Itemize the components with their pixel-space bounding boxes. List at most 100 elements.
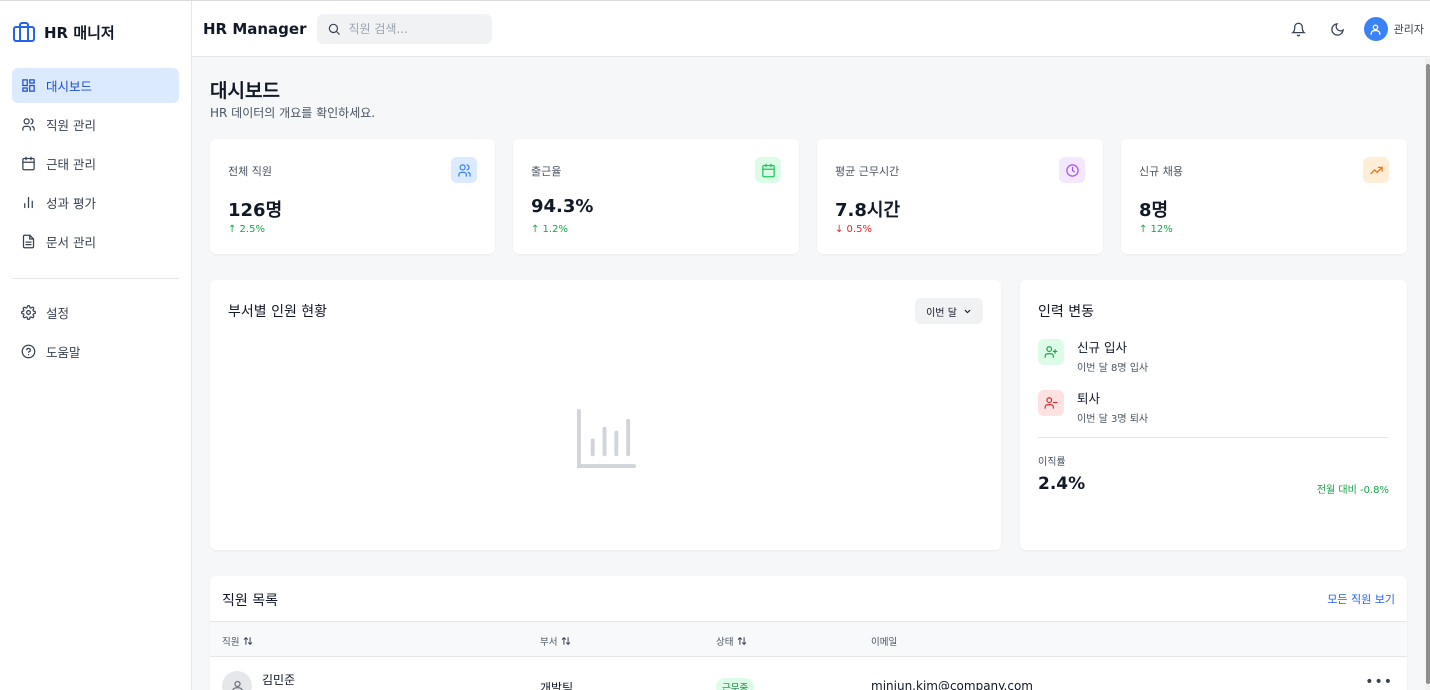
- employee-name: 김민준: [262, 673, 296, 687]
- ch-icon-box: [1038, 390, 1064, 416]
- sidebar-item-performance[interactable]: 성과 평가: [12, 185, 179, 220]
- user-name[interactable]: 관리자: [1394, 21, 1424, 37]
- ch-icon-box: [1038, 339, 1064, 365]
- user-avatar[interactable]: [1363, 17, 1388, 41]
- sidebar-item-attendance[interactable]: 근태 관리: [12, 146, 179, 181]
- sidebar-item-documents[interactable]: 문서 관리: [12, 224, 179, 259]
- sidebar-item-help[interactable]: 도움말: [12, 334, 179, 369]
- sidebar-divider: [12, 278, 179, 279]
- header-actions: 관리자: [1290, 1, 1424, 57]
- period-select[interactable]: 이번 달: [915, 298, 983, 324]
- view-all-employees-link[interactable]: 모든 직원 보기: [1327, 591, 1395, 607]
- workforce-item-text: 퇴사 이번 달 3명 퇴사: [1077, 388, 1148, 425]
- column-header-employee[interactable]: 직원: [222, 634, 253, 648]
- stat-icon-box: [451, 157, 477, 183]
- stat-value: 7.8시간: [835, 200, 901, 221]
- workforce-item-resigned: 퇴사 이번 달 3명 퇴사: [1038, 388, 1148, 425]
- search-box[interactable]: [317, 13, 493, 44]
- workforce-item-desc: 이번 달 3명 퇴사: [1077, 414, 1149, 425]
- column-header-email: 이메일: [871, 634, 897, 648]
- workforce-item-title: 퇴사: [1077, 391, 1101, 406]
- sidebar-item-label: 도움말: [46, 345, 81, 360]
- column-label: 상태: [716, 637, 734, 648]
- employee-dept: 개발팀: [540, 681, 574, 690]
- user-minus-icon: [1044, 397, 1058, 409]
- moon-icon: [1331, 22, 1345, 36]
- column-header-status[interactable]: 상태: [716, 634, 747, 648]
- stat-card-avg-hours: 평균 근무시간 7.8시간 ↓ 0.5%: [817, 139, 1103, 254]
- sidebar-item-label: 대시보드: [46, 79, 93, 94]
- status-badge: 근무중: [716, 678, 755, 690]
- document-icon: [22, 234, 35, 249]
- sidebar-bottom-nav: 설정 도움말: [0, 295, 191, 369]
- stat-change: ↑ 12%: [1139, 224, 1173, 235]
- gear-icon: [21, 305, 36, 320]
- stat-change: ↑ 2.5%: [228, 224, 265, 235]
- employee-list-panel: 직원 목록 모든 직원 보기 직원 부서 상태 이메일 김민준 개발팀 근무중 …: [210, 576, 1407, 690]
- clock-icon: [1065, 163, 1079, 177]
- stat-label: 평균 근무시간: [835, 165, 900, 178]
- briefcase-icon: [13, 22, 35, 42]
- more-options-icon[interactable]: •••: [1365, 674, 1393, 690]
- sidebar-item-label: 근태 관리: [46, 157, 96, 172]
- workforce-item-title: 신규 입사: [1077, 340, 1127, 355]
- users-icon: [457, 163, 471, 177]
- calendar-icon: [22, 156, 35, 171]
- stat-label: 신규 채용: [1139, 165, 1183, 178]
- table-row[interactable]: 김민준 개발팀 근무중 minjun.kim@company.com •••: [210, 657, 1407, 690]
- user-icon: [1370, 24, 1381, 35]
- scrollbar[interactable]: [1425, 58, 1430, 690]
- trending-up-icon: [1369, 166, 1383, 174]
- search-icon: [329, 23, 341, 35]
- sort-icon: [244, 636, 253, 646]
- user-icon: [231, 680, 243, 690]
- workforce-item-text: 신규 입사 이번 달 8명 입사: [1077, 337, 1148, 374]
- stat-card-new-hires: 신규 채용 8명 ↑ 12%: [1121, 139, 1407, 254]
- sidebar-nav: 대시보드 직원 관리 근태 관리 성과 평가 문서 관리: [0, 63, 191, 259]
- stat-change: ↑ 1.2%: [531, 224, 568, 235]
- page-subtitle: HR 데이터의 개요를 확인하세요.: [210, 106, 376, 120]
- top-header: HR Manager 관리자: [192, 1, 1430, 57]
- notifications-button[interactable]: [1290, 20, 1308, 38]
- employee-email: minjun.kim@company.com: [871, 679, 1033, 690]
- panel-title: 부서별 인원 현황: [228, 304, 328, 320]
- users-icon: [22, 118, 35, 131]
- stat-label: 전체 직원: [228, 165, 272, 178]
- column-header-dept[interactable]: 부서: [540, 634, 571, 648]
- stat-change: ↓ 0.5%: [835, 224, 872, 235]
- sidebar-item-label: 문서 관리: [46, 235, 96, 250]
- table-header: 직원 부서 상태 이메일: [210, 621, 1407, 657]
- stat-icon-box: [1059, 157, 1085, 183]
- theme-toggle-button[interactable]: [1329, 20, 1347, 38]
- brand-name: HR 매니저: [44, 23, 115, 42]
- sidebar-item-dashboard[interactable]: 대시보드: [12, 68, 179, 103]
- search-input[interactable]: [348, 21, 479, 36]
- panel-title: 인력 변동: [1038, 304, 1094, 320]
- column-label: 이메일: [871, 637, 898, 648]
- app-title: HR Manager: [203, 19, 307, 38]
- column-label: 직원: [222, 637, 240, 648]
- employee-avatar: [222, 671, 252, 690]
- page-title: 대시보드: [210, 80, 280, 102]
- period-select-value: 이번 달: [926, 307, 957, 319]
- sidebar-item-settings[interactable]: 설정: [12, 295, 179, 330]
- panel-title: 직원 목록: [222, 593, 278, 609]
- workforce-item-hired: 신규 입사 이번 달 8명 입사: [1038, 337, 1148, 374]
- stat-label: 출근율: [531, 165, 562, 178]
- stat-value: 126명: [228, 200, 283, 221]
- turnover-compare: 전월 대비 -0.8%: [1316, 485, 1389, 496]
- calendar-icon: [761, 163, 775, 177]
- turnover-value: 2.4%: [1038, 474, 1086, 494]
- main-content: 대시보드 HR 데이터의 개요를 확인하세요. 전체 직원 126명 ↑ 2.5…: [192, 58, 1425, 690]
- sidebar-item-label: 설정: [46, 306, 70, 321]
- help-icon: [21, 344, 36, 359]
- scrollbar-thumb[interactable]: [1426, 64, 1430, 684]
- sidebar-item-label: 직원 관리: [46, 118, 96, 133]
- dept-chart-panel: 부서별 인원 현황 이번 달: [210, 280, 1001, 550]
- sidebar-item-employees[interactable]: 직원 관리: [12, 107, 179, 142]
- brand[interactable]: HR 매니저: [0, 1, 191, 63]
- sidebar: HR 매니저 대시보드 직원 관리 근태 관리 성과 평가 문서 관리 설정 도…: [0, 1, 192, 690]
- divider: [1038, 437, 1389, 438]
- stat-icon-box: [755, 157, 781, 183]
- stat-card-total-employees: 전체 직원 126명 ↑ 2.5%: [210, 139, 495, 254]
